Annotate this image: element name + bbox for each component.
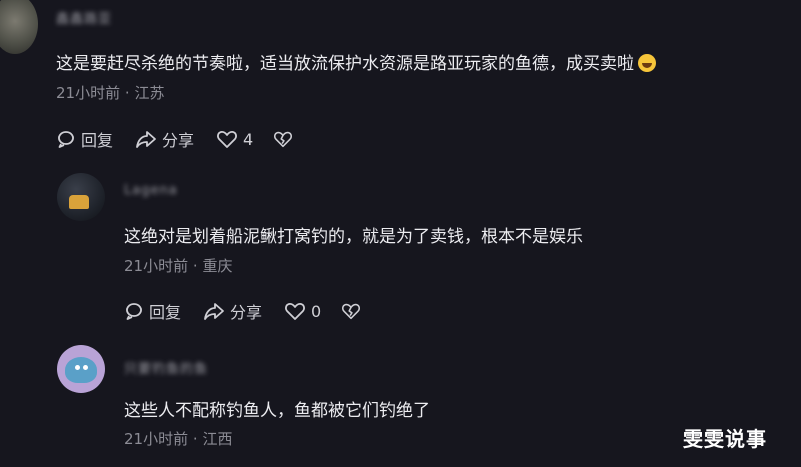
avatar[interactable] <box>0 0 38 54</box>
like-button[interactable]: 0 <box>284 301 321 321</box>
comment-actions: 回复 分享 4 <box>56 127 320 151</box>
timestamp: 21小时前 <box>56 84 121 102</box>
avatar[interactable] <box>57 173 105 221</box>
comment-meta: 21小时前 · 江西 <box>124 428 232 449</box>
meta-separator: · <box>124 84 130 102</box>
share-button[interactable]: 分享 <box>203 299 262 323</box>
meta-separator: · <box>192 430 198 448</box>
comment-text: 这绝对是划着船泥鳅打窝钓的，就是为了卖钱，根本不是娱乐 <box>124 227 583 247</box>
username[interactable]: 只要钓鱼的鱼 <box>124 358 208 377</box>
like-count: 4 <box>243 129 254 149</box>
like-count: 0 <box>311 301 322 321</box>
reply-button[interactable]: 回复 <box>56 127 113 151</box>
location: 江西 <box>202 430 233 448</box>
like-button[interactable]: 4 <box>216 129 253 149</box>
heart-icon <box>285 303 305 320</box>
username[interactable]: Lagena <box>124 183 178 199</box>
reply-label: 回复 <box>81 131 114 150</box>
reply-button[interactable]: 回复 <box>124 299 181 323</box>
username[interactable]: 鑫鑫路亚 <box>56 8 112 27</box>
dislike-button[interactable] <box>341 301 366 321</box>
location: 重庆 <box>202 257 233 275</box>
watermark: 雯雯说事 <box>683 427 767 451</box>
reply-icon <box>126 303 142 320</box>
timestamp: 21小时前 <box>124 430 189 448</box>
heart-icon <box>217 131 237 148</box>
share-label: 分享 <box>230 303 263 322</box>
broken-heart-icon <box>342 303 361 320</box>
comment-meta: 21小时前 · 重庆 <box>124 255 232 276</box>
meta-separator: · <box>192 257 198 275</box>
share-icon <box>136 131 156 148</box>
timestamp: 21小时前 <box>124 257 189 275</box>
comment-text: 这是要赶尽杀绝的节奏啦，适当放流保护水资源是路亚玩家的鱼德，成买卖啦 <box>56 49 656 74</box>
avatar[interactable] <box>57 345 105 393</box>
comment-body: 这是要赶尽杀绝的节奏啦，适当放流保护水资源是路亚玩家的鱼德，成买卖啦 <box>56 54 634 74</box>
share-label: 分享 <box>162 131 195 150</box>
dislike-button[interactable] <box>273 129 298 149</box>
share-button[interactable]: 分享 <box>135 127 194 151</box>
reply-icon <box>58 131 74 148</box>
rofl-emoji-icon <box>638 54 656 72</box>
broken-heart-icon <box>274 131 293 148</box>
comment-meta: 21小时前 · 江苏 <box>56 82 164 103</box>
share-icon <box>204 303 224 320</box>
comment-actions: 回复 分享 0 <box>124 299 388 323</box>
location: 江苏 <box>134 84 165 102</box>
reply-label: 回复 <box>149 303 182 322</box>
comment-text: 这些人不配称钓鱼人，鱼都被它们钓绝了 <box>124 401 430 421</box>
